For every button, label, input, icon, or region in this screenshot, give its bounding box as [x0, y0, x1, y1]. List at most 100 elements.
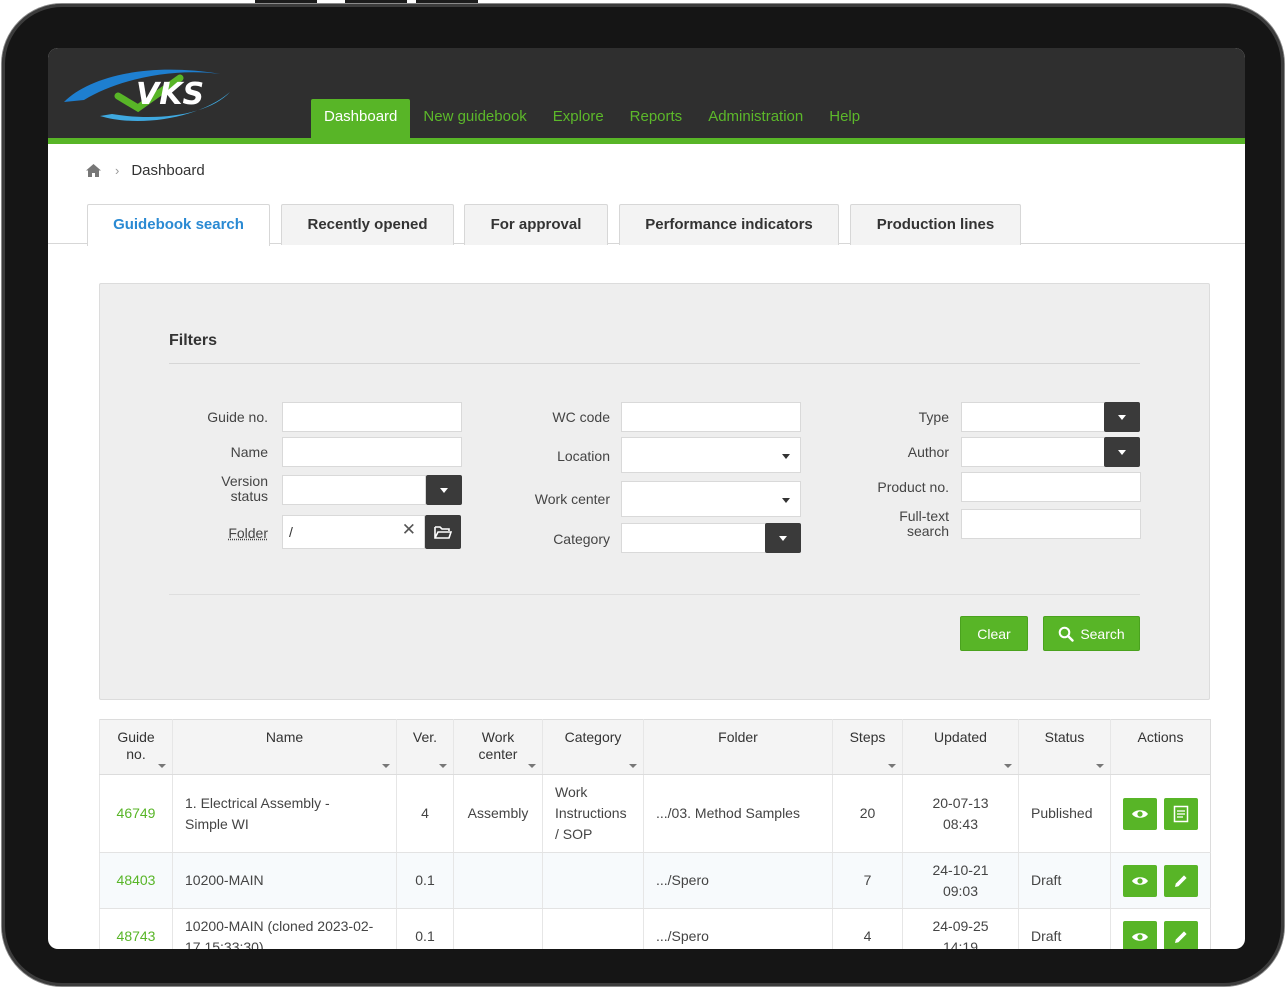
- tab-production-lines[interactable]: Production lines: [850, 204, 1021, 245]
- table-row[interactable]: 48743 10200-MAIN (cloned 2023-02- 17 15:…: [99, 908, 1211, 949]
- caret-down-icon: [779, 535, 787, 541]
- work-center-cell: [453, 908, 543, 949]
- edit-button[interactable]: [1164, 920, 1199, 949]
- main-nav: Dashboard New guidebook Explore Reports …: [311, 99, 873, 138]
- guide-no-link[interactable]: 46749: [117, 805, 156, 821]
- status-cell: Draft: [1018, 908, 1111, 949]
- fulltext-label-line1: Full-text: [899, 508, 949, 524]
- header-text: Actions: [1137, 729, 1184, 745]
- category-cell: Work Instructions / SOP: [542, 774, 644, 853]
- fulltext-search-input[interactable]: [961, 509, 1141, 539]
- name-line: Simple WI: [185, 815, 249, 832]
- category-line: / SOP: [555, 826, 593, 842]
- header-text: Ver.: [412, 729, 438, 745]
- chevron-right-icon: ›: [115, 163, 120, 178]
- nav-dashboard[interactable]: Dashboard: [311, 99, 411, 138]
- column-header-steps[interactable]: Steps: [832, 719, 903, 775]
- home-icon[interactable]: [86, 164, 101, 177]
- guide-no-link[interactable]: 48403: [117, 872, 156, 888]
- category-cell: [542, 852, 644, 909]
- actions-cell: [1110, 852, 1211, 909]
- updated-cell: 24-10-21 09:03: [902, 852, 1019, 909]
- pencil-icon: [1175, 874, 1188, 887]
- guide-no-cell[interactable]: 48403: [99, 852, 173, 909]
- search-button-label: Search: [1080, 625, 1125, 642]
- column-header-actions: Actions: [1110, 719, 1211, 775]
- view-button[interactable]: [1122, 920, 1157, 949]
- location-select[interactable]: [621, 437, 801, 473]
- header-text: Guide: [117, 729, 155, 745]
- view-button[interactable]: [1122, 864, 1157, 897]
- type-select[interactable]: [961, 402, 1105, 432]
- author-select[interactable]: [961, 437, 1105, 467]
- category-dropdown-button[interactable]: [765, 523, 801, 553]
- guide-no-link[interactable]: 48743: [117, 928, 156, 944]
- filters-title: Filters: [169, 332, 218, 349]
- column-header-status[interactable]: Status: [1018, 719, 1111, 775]
- nav-reports[interactable]: Reports: [617, 99, 696, 138]
- name-input[interactable]: [282, 437, 462, 467]
- guide-no-input[interactable]: [282, 402, 462, 432]
- nav-help[interactable]: Help: [816, 99, 873, 138]
- export-button[interactable]: [1164, 797, 1199, 830]
- ver-cell: 4: [396, 774, 454, 853]
- tab-for-approval[interactable]: For approval: [464, 204, 608, 245]
- column-header-updated[interactable]: Updated: [902, 719, 1019, 775]
- type-dropdown-button[interactable]: [1104, 402, 1140, 432]
- folder-cell: .../03. Method Samples: [643, 774, 833, 853]
- header-text: Work: [481, 729, 515, 745]
- table-row[interactable]: 46749 1. Electrical Assembly - Simple WI…: [99, 774, 1211, 853]
- results-table: Guide no. Name Ver. Work center Category…: [99, 719, 1211, 949]
- column-header-name[interactable]: Name: [172, 719, 397, 775]
- work-center-label: Work center: [534, 491, 610, 507]
- author-dropdown-button[interactable]: [1104, 437, 1140, 467]
- product-no-input[interactable]: [961, 472, 1141, 502]
- folder-open-icon: [434, 526, 452, 539]
- sort-caret-icon: [382, 764, 390, 768]
- search-button[interactable]: Search: [1043, 616, 1140, 651]
- tab-performance-indicators[interactable]: Performance indicators: [619, 204, 839, 245]
- column-header-work-center[interactable]: Work center: [453, 719, 543, 775]
- updated-time: 09:03: [942, 882, 979, 899]
- edit-button[interactable]: [1164, 864, 1199, 897]
- column-header-folder[interactable]: Folder: [643, 719, 833, 775]
- caret-down-icon: [1118, 414, 1126, 420]
- column-header-ver[interactable]: Ver.: [396, 719, 454, 775]
- sort-caret-icon: [1096, 764, 1104, 768]
- category-cell: [542, 908, 644, 949]
- version-status-label-line2: status: [230, 488, 268, 504]
- category-select[interactable]: [621, 523, 766, 553]
- version-status-label: Version status: [170, 474, 268, 504]
- table-row[interactable]: 48403 10200-MAIN 0.1 .../Spero 7 24-10-2…: [99, 852, 1211, 909]
- version-status-select[interactable]: [282, 475, 426, 505]
- header-text: Status: [1044, 729, 1085, 745]
- version-status-dropdown-button[interactable]: [426, 475, 462, 505]
- folder-browse-button[interactable]: [425, 515, 461, 549]
- guide-no-cell[interactable]: 48743: [99, 908, 173, 949]
- updated-date: 24-10-21: [932, 861, 989, 878]
- folder-label[interactable]: Folder: [170, 526, 268, 541]
- status-cell: Published: [1018, 774, 1111, 853]
- work-center-select[interactable]: [621, 481, 801, 517]
- nav-explore[interactable]: Explore: [540, 99, 617, 138]
- work-center-cell: Assembly: [453, 774, 543, 853]
- eye-icon: [1131, 932, 1148, 941]
- guide-no-cell[interactable]: 46749: [99, 774, 173, 853]
- caret-down-icon: [1118, 449, 1126, 455]
- close-icon[interactable]: ✕: [402, 521, 416, 539]
- column-header-category[interactable]: Category: [542, 719, 644, 775]
- divider: [169, 363, 1140, 364]
- eye-icon: [1131, 809, 1148, 818]
- tab-guidebook-search[interactable]: Guidebook search: [87, 204, 270, 246]
- column-header-guide-no[interactable]: Guide no.: [99, 719, 173, 775]
- wc-code-input[interactable]: [621, 402, 801, 432]
- clear-button[interactable]: Clear: [960, 616, 1028, 651]
- view-button[interactable]: [1122, 797, 1157, 830]
- nav-new-guidebook[interactable]: New guidebook: [410, 99, 539, 138]
- vks-logo[interactable]: VKS: [60, 56, 240, 128]
- folder-input[interactable]: / ✕: [282, 515, 425, 549]
- tab-recently-opened[interactable]: Recently opened: [281, 204, 454, 245]
- folder-value: /: [289, 524, 293, 540]
- header-accent-bar: [48, 138, 1245, 144]
- nav-administration[interactable]: Administration: [695, 99, 816, 138]
